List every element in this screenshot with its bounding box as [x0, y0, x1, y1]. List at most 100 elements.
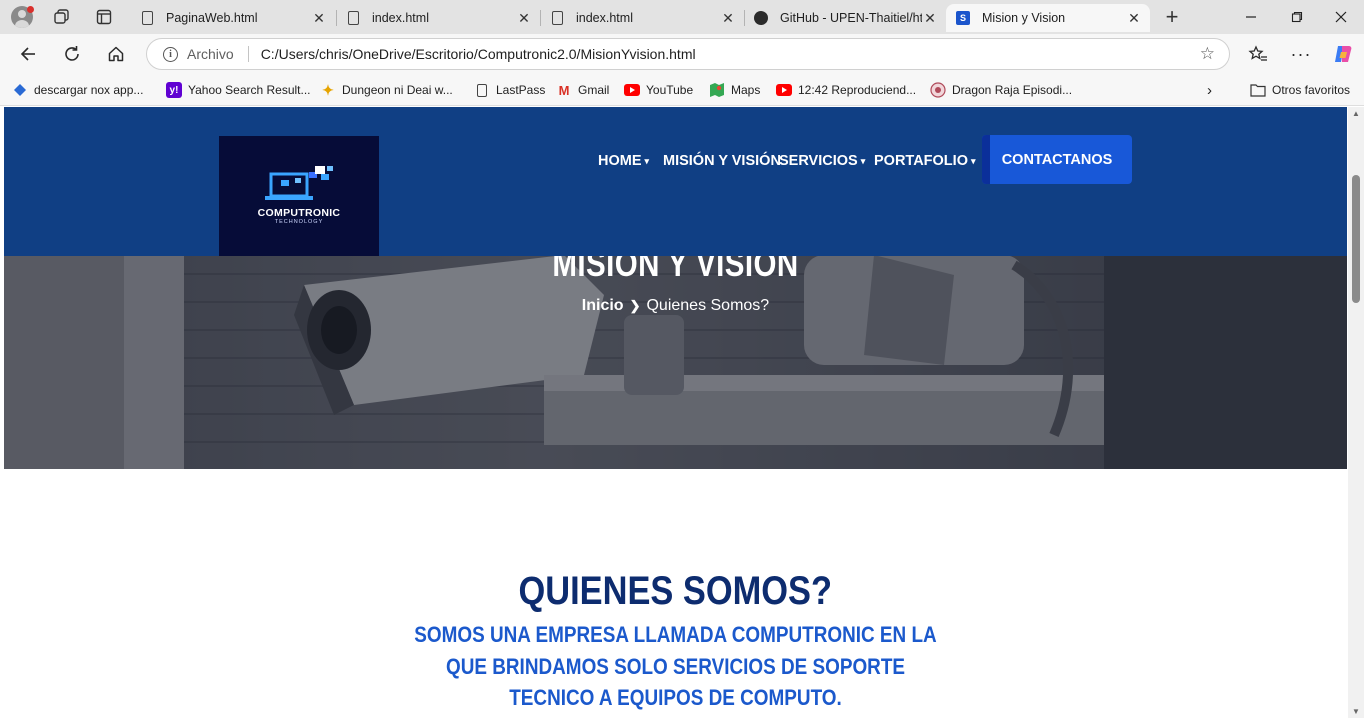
- minimize-icon: [1246, 16, 1256, 18]
- bookmark-item[interactable]: YouTube: [624, 81, 693, 99]
- restore-icon: [1291, 11, 1303, 23]
- close-window-button[interactable]: [1318, 4, 1364, 30]
- nav-home-label: HOME: [598, 153, 642, 169]
- logo-name: COMPUTRONIC: [257, 207, 341, 219]
- tab-index-1[interactable]: index.html ✕: [336, 4, 540, 32]
- star-icon: ✦: [322, 81, 334, 98]
- back-button[interactable]: [14, 40, 42, 68]
- bookmark-item[interactable]: M Gmail: [556, 81, 610, 99]
- bookmarks-overflow-chevron-icon[interactable]: ›: [1207, 81, 1212, 99]
- bookmark-item[interactable]: descargar nox app...: [12, 81, 143, 99]
- hero-banner: MISIÓN Y VISIÓN Inicio ❯ Quienes Somos?: [4, 255, 1347, 469]
- favorites-list-icon: [1248, 45, 1267, 61]
- nav-portafolio[interactable]: PORTAFOLIO ▾: [874, 151, 976, 171]
- youtube-icon: [624, 82, 640, 98]
- breadcrumb-home-link[interactable]: Inicio: [582, 297, 624, 314]
- bookmark-item[interactable]: 12:42 Reproduciend...: [776, 81, 916, 99]
- tab-title: GitHub - UPEN-Thaitiel/html: [780, 11, 922, 25]
- back-arrow-icon: [20, 47, 35, 61]
- tab-title: PaginaWeb.html: [166, 11, 258, 25]
- folder-icon: [1250, 82, 1266, 98]
- site-s-icon: S: [956, 10, 970, 26]
- close-tab-icon[interactable]: ✕: [922, 10, 938, 27]
- close-tab-icon[interactable]: ✕: [720, 10, 736, 27]
- tab-title: index.html: [576, 11, 633, 25]
- page-scrollbar[interactable]: ▲ ▼: [1348, 107, 1364, 718]
- browser-toolbar: i Archivo C:/Users/chris/OneDrive/Escrit…: [0, 34, 1364, 74]
- yahoo-icon: y!: [166, 82, 182, 98]
- contact-button-accent: [982, 135, 990, 184]
- address-bar[interactable]: i Archivo C:/Users/chris/OneDrive/Escrit…: [146, 38, 1230, 70]
- site-header: COMPUTRONIC TECHNOLOGY HOME ▾ MISIÓN Y VI…: [4, 107, 1347, 256]
- address-url[interactable]: C:/Users/chris/OneDrive/Escritorio/Compu…: [261, 46, 1200, 62]
- document-icon: [140, 10, 154, 26]
- bookmarks-bar: descargar nox app... y! Yahoo Search Res…: [0, 74, 1364, 106]
- more-icon: ···: [1290, 43, 1312, 64]
- profile-avatar-icon[interactable]: [10, 6, 34, 28]
- other-favorites-label: Otros favoritos: [1272, 83, 1351, 97]
- contact-button[interactable]: CONTACTANOS: [982, 135, 1132, 184]
- tab-mision-y-vision[interactable]: S Mision y Vision ✕: [946, 4, 1150, 32]
- favorites-button[interactable]: [1244, 40, 1272, 68]
- nav-home[interactable]: HOME ▾: [598, 151, 649, 171]
- bookmark-item[interactable]: LastPass: [474, 81, 545, 99]
- scrollbar-thumb[interactable]: [1352, 175, 1360, 303]
- tab-actions-icon[interactable]: [92, 6, 116, 28]
- browser-tab-strip: PaginaWeb.html ✕ index.html ✕ index.html…: [0, 0, 1364, 34]
- page-viewport: MISIÓN Y VISIÓN Inicio ❯ Quienes Somos? CO…: [4, 107, 1347, 718]
- hero-title: MISIÓN Y VISIÓN: [552, 255, 799, 284]
- nav-mision-vision-label: MISIÓN Y VISIÓN: [663, 153, 781, 169]
- tab-paginaweb[interactable]: PaginaWeb.html ✕: [130, 4, 335, 32]
- maps-icon: [709, 82, 725, 98]
- laptop-logo-icon: [265, 166, 333, 200]
- chevron-down-icon: ▾: [860, 155, 866, 166]
- scroll-up-icon[interactable]: ▲: [1352, 109, 1360, 118]
- bookmark-label: Dungeon ni Deai w...: [342, 83, 453, 97]
- workspaces-icon[interactable]: [50, 6, 74, 28]
- tab-github[interactable]: GitHub - UPEN-Thaitiel/html ✕: [744, 4, 946, 32]
- about-line: SOMOS UNA EMPRESA LLAMADA COMPUTRONIC EN…: [414, 622, 937, 647]
- close-tab-icon[interactable]: ✕: [311, 10, 327, 27]
- info-icon[interactable]: i: [163, 46, 178, 62]
- home-button[interactable]: [102, 40, 130, 68]
- about-title: QUIENES SOMOS?: [518, 569, 833, 613]
- document-icon: [346, 10, 360, 26]
- nav-servicios-label: SERVICIOS: [779, 153, 858, 169]
- nav-mision-vision[interactable]: MISIÓN Y VISIÓN: [663, 151, 781, 171]
- home-icon: [108, 46, 124, 62]
- more-menu-button[interactable]: ···: [1287, 40, 1315, 68]
- tab-index-2[interactable]: index.html ✕: [540, 4, 744, 32]
- bookmark-label: Dragon Raja Episodi...: [952, 83, 1073, 97]
- restore-button[interactable]: [1274, 4, 1320, 30]
- scroll-down-icon[interactable]: ▼: [1352, 707, 1360, 716]
- nav-servicios[interactable]: SERVICIOS ▾: [779, 151, 865, 171]
- copilot-button[interactable]: [1329, 40, 1357, 68]
- about-line: TECNICO A EQUIPOS DE COMPUTO.: [509, 685, 842, 710]
- favorite-star-icon[interactable]: ☆: [1200, 44, 1215, 64]
- tab-title: index.html: [372, 11, 429, 25]
- bookmark-item[interactable]: Dragon Raja Episodi...: [930, 81, 1072, 99]
- close-tab-icon[interactable]: ✕: [1126, 10, 1142, 27]
- close-icon: [1335, 11, 1347, 23]
- nav-portafolio-label: PORTAFOLIO: [874, 153, 968, 169]
- reload-button[interactable]: [58, 40, 86, 68]
- chevron-down-icon: ▾: [644, 155, 650, 166]
- bookmark-label: Gmail: [578, 83, 610, 97]
- chevron-down-icon: ▾: [970, 155, 976, 166]
- bookmark-item[interactable]: Maps: [709, 81, 760, 99]
- about-line: QUE BRINDAMOS SOLO SERVICIOS DE SOPORTE: [445, 653, 906, 679]
- bookmark-label: 12:42 Reproduciend...: [798, 83, 917, 97]
- bookmark-label: descargar nox app...: [34, 83, 144, 97]
- minimize-button[interactable]: [1228, 4, 1274, 30]
- site-logo[interactable]: COMPUTRONIC TECHNOLOGY: [219, 136, 379, 256]
- close-tab-icon[interactable]: ✕: [516, 10, 532, 27]
- nox-icon: [12, 82, 28, 98]
- new-tab-button[interactable]: +: [1160, 4, 1184, 30]
- bookmark-item[interactable]: y! Yahoo Search Result...: [166, 81, 311, 99]
- address-scheme-label: Archivo: [187, 46, 234, 62]
- bookmark-item[interactable]: ✦ Dungeon ni Deai w...: [320, 81, 453, 99]
- chevron-right-icon: ❯: [629, 298, 641, 313]
- other-favorites-folder[interactable]: Otros favoritos: [1250, 81, 1350, 99]
- copilot-icon: [1335, 46, 1352, 62]
- bookmark-label: YouTube: [646, 83, 694, 97]
